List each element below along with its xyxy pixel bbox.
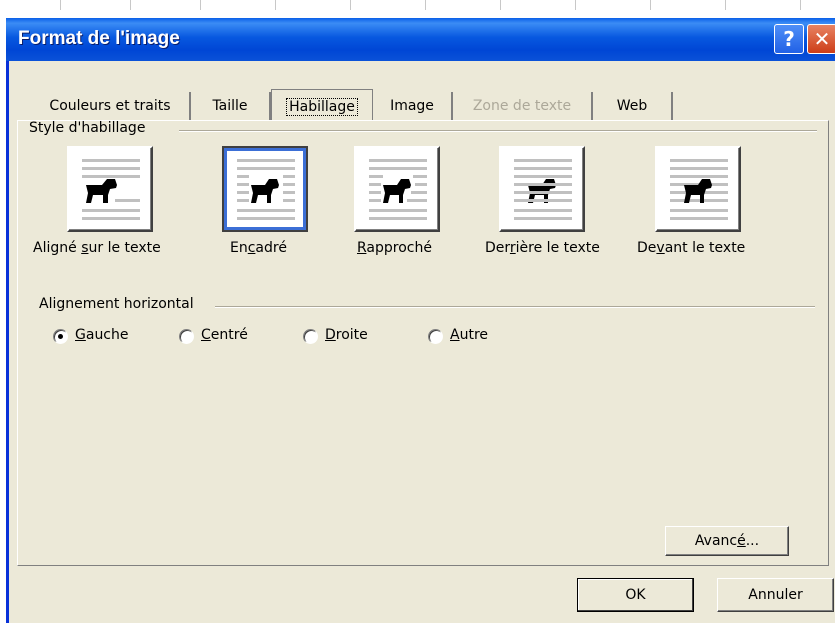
radio-button[interactable] bbox=[179, 329, 194, 344]
radio-button[interactable] bbox=[428, 329, 443, 344]
wrap-inline-icon bbox=[82, 159, 140, 220]
tab-web[interactable]: Web bbox=[593, 92, 673, 120]
wrap-inline-label: Aligné sur le texte bbox=[33, 240, 161, 256]
radio-selected-dot bbox=[58, 334, 63, 339]
wrap-tight-label: Rapproché bbox=[357, 240, 432, 256]
tab-zone-de-texte: Zone de texte bbox=[453, 92, 593, 120]
group-divider bbox=[179, 130, 817, 132]
wrap-square-icon bbox=[237, 159, 295, 220]
wrap-tight-button[interactable] bbox=[354, 146, 440, 232]
ok-button[interactable]: OK bbox=[577, 578, 694, 612]
tab-label: Habillage bbox=[286, 98, 358, 116]
tab-label: Image bbox=[390, 98, 434, 114]
tab-label: Web bbox=[616, 98, 648, 114]
tab-habillage[interactable]: Habillage bbox=[271, 89, 373, 121]
wrap-behind-text-label: Derrière le texte bbox=[485, 240, 600, 256]
radio-label: Gauche bbox=[75, 327, 129, 343]
radio-button[interactable] bbox=[303, 329, 318, 344]
background-spreadsheet-strip bbox=[0, 0, 835, 10]
tab-label: Couleurs et traits bbox=[49, 98, 171, 114]
wrap-square-label: Encadré bbox=[230, 240, 287, 256]
close-button[interactable]: ✕ bbox=[807, 24, 835, 54]
alignment-group-title: Alignement horizontal bbox=[39, 296, 194, 312]
help-button[interactable]: ? bbox=[774, 24, 804, 54]
wrap-tight-icon bbox=[369, 159, 427, 220]
cancel-button[interactable]: Annuler bbox=[717, 578, 834, 612]
tab-label: Zone de texte bbox=[472, 98, 572, 114]
wrap-in-front-label: Devant le texte bbox=[637, 240, 746, 256]
radio-label: Autre bbox=[450, 327, 489, 343]
tab-taille[interactable]: Taille bbox=[191, 92, 271, 120]
radio-label: Centré bbox=[201, 327, 248, 343]
radio-button[interactable] bbox=[53, 329, 68, 344]
tab-strip: Couleurs et traits Taille Habillage Imag… bbox=[9, 89, 835, 121]
wrap-inline-button[interactable] bbox=[67, 146, 153, 232]
wrap-square-button[interactable] bbox=[222, 146, 308, 232]
wrap-in-front-icon bbox=[670, 159, 728, 220]
tab-image[interactable]: Image bbox=[373, 92, 453, 120]
wrap-behind-text-button[interactable] bbox=[499, 146, 585, 232]
tab-label: Taille bbox=[212, 98, 248, 114]
wrap-in-front-button[interactable] bbox=[655, 146, 741, 232]
radio-label: Droite bbox=[325, 327, 368, 343]
tab-couleurs-et-traits[interactable]: Couleurs et traits bbox=[31, 92, 191, 120]
dialog-title: Format de l'image bbox=[18, 28, 180, 49]
title-bar[interactable]: Format de l'image ? ✕ bbox=[6, 18, 835, 61]
wrap-style-group-title: Style d'habillage bbox=[29, 120, 146, 136]
advanced-button[interactable]: Avancé... bbox=[665, 526, 789, 556]
wrap-behind-text-icon bbox=[514, 159, 572, 220]
group-divider bbox=[215, 306, 815, 308]
format-image-dialog: Format de l'image ? ✕ Couleurs et traits… bbox=[6, 18, 835, 623]
